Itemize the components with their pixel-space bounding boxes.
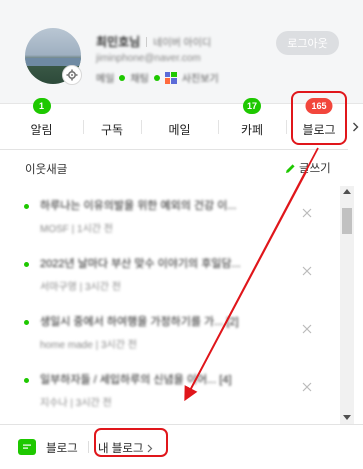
tab-label: 알림 [30, 122, 53, 137]
feed-title: 이웃새글 [25, 164, 68, 176]
tab-mail[interactable]: 메일 [141, 104, 218, 150]
post-title[interactable]: 하루나는 이유의발을 위한 예외의 건강 이... [40, 197, 280, 213]
profile-id: 네이버 아이디 [153, 38, 212, 49]
post-title[interactable]: 2022년 날마다 부산 맞수 이야기의 후일담... [40, 255, 280, 271]
post-meta: 서마구영 | 3시간 전 [40, 282, 121, 293]
logout-button[interactable]: 로그아웃 [276, 31, 339, 55]
tab-cafe[interactable]: 17 카페 [218, 98, 286, 150]
cafe-count-badge: 17 [242, 98, 262, 114]
new-dot-icon [24, 204, 29, 209]
neighbor-post-list: 하루나는 이유의발을 위한 예외의 건강 이... MOSF | 1시간 전 2… [0, 186, 340, 424]
list-item[interactable]: 2022년 날마다 부산 맞수 이야기의 후일담... 서마구영 | 3시간 전 [0, 244, 340, 304]
highlight-box-my-blog [94, 428, 168, 457]
tab-subscribe[interactable]: 구독 [83, 104, 141, 150]
shortcut-mail[interactable]: 메일 [96, 70, 114, 85]
divider [146, 36, 148, 47]
notification-count-badge: 1 [32, 98, 51, 114]
post-meta: 지수나 | 3시간 전 [40, 398, 112, 409]
scroll-thumb[interactable] [342, 208, 352, 234]
new-dot-icon [24, 262, 29, 267]
post-title[interactable]: 일부하자들 / 세입하루의 신념을 이어... [4] [40, 371, 280, 387]
scroll-up-arrow-icon[interactable] [343, 189, 351, 194]
feed-scrollbar[interactable] [340, 186, 354, 424]
close-icon[interactable] [300, 380, 314, 394]
list-item[interactable]: 일부하자들 / 세입하루의 신념을 이어... [4] 지수나 | 3시간 전 [0, 360, 340, 420]
shortcut-chat[interactable]: 채팅 [130, 70, 148, 85]
write-post-link[interactable]: 글쓰기 [285, 160, 331, 176]
post-meta: home made | 3시간 전 [40, 340, 137, 351]
settings-gear-icon[interactable] [62, 65, 82, 85]
profile-shortcuts: 메일 채팅 사진보기 [96, 70, 219, 85]
close-icon[interactable] [300, 322, 314, 336]
status-dot-icon [153, 74, 160, 81]
close-icon[interactable] [300, 206, 314, 220]
highlight-box-blog-tab [291, 91, 347, 145]
tabs-next-chevron-icon[interactable] [348, 104, 363, 150]
tab-notifications[interactable]: 1 알림 [0, 98, 83, 150]
tab-label: 구독 [100, 122, 124, 137]
divider [88, 441, 89, 453]
feed-header: 이웃새글 글쓰기 [0, 150, 363, 186]
tab-label: 메일 [168, 122, 191, 137]
new-dot-icon [24, 378, 29, 383]
tab-label: 카페 [240, 122, 264, 137]
blog-service-icon [18, 439, 36, 455]
profile-panel: 최민호님 네이버 아이디 jiminphone@naver.com 메일 채팅 … [0, 0, 363, 104]
post-meta: MOSF | 1시간 전 [40, 224, 113, 235]
status-dot-icon [119, 74, 126, 81]
profile-name-row: 최민호님 네이버 아이디 [96, 33, 211, 50]
pencil-icon [286, 163, 295, 173]
scroll-down-arrow-icon[interactable] [343, 415, 351, 420]
new-dot-icon [24, 320, 29, 325]
profile-name[interactable]: 최민호님 [96, 33, 140, 50]
close-icon[interactable] [300, 264, 314, 278]
footer-service-label[interactable]: 블로그 [46, 440, 78, 456]
divider [286, 120, 287, 134]
footer-bar: 블로그 내 블로그 [0, 424, 363, 469]
write-post-label: 글쓰기 [299, 163, 331, 175]
shortcut-photos[interactable]: 사진보기 [182, 70, 219, 85]
list-item[interactable]: 하루나는 이유의발을 위한 예외의 건강 이... MOSF | 1시간 전 [0, 186, 340, 246]
photo-grid-icon [164, 71, 177, 84]
list-item[interactable]: 생일시 중에서 하여행을 가정하기를 가... [2] home made | … [0, 302, 340, 362]
profile-email: jiminphone@naver.com [96, 53, 201, 64]
post-title[interactable]: 생일시 중에서 하여행을 가정하기를 가... [2] [40, 313, 280, 329]
